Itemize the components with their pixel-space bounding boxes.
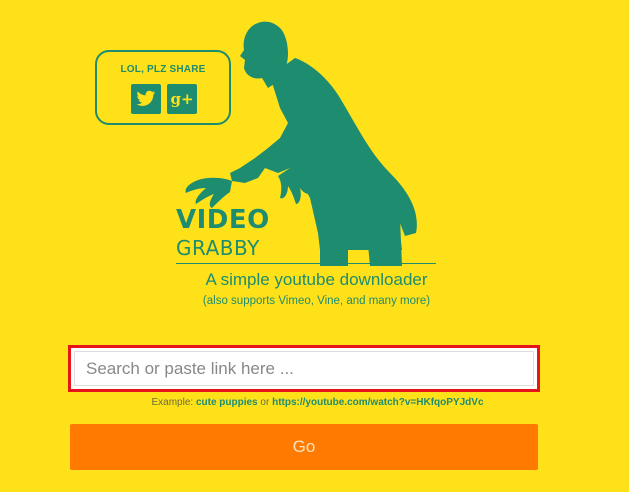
example-link-youtube-url[interactable]: https://youtube.com/watch?v=HKfqoPYJdVc (272, 397, 483, 408)
twitter-icon (136, 90, 156, 106)
example-link-cute-puppies[interactable]: cute puppies (196, 397, 258, 408)
logo-video-text: VIDEO (176, 205, 270, 235)
search-box (68, 345, 540, 392)
go-button[interactable]: Go (70, 424, 538, 470)
twitter-share-button[interactable] (131, 84, 161, 114)
example-text: Example: cute puppies or https://youtube… (0, 397, 629, 408)
search-input[interactable] (74, 351, 534, 386)
logo-grabby-text: GRABBY (176, 236, 260, 260)
logo-underline (176, 263, 436, 264)
page: LOL, PLZ SHARE g+ VIDEO GRABBY A simple … (0, 0, 629, 492)
example-prefix: Example: (151, 397, 194, 408)
tagline: A simple youtube downloader (205, 270, 428, 289)
example-or: or (260, 397, 270, 408)
subtagline: (also supports Vimeo, Vine, and many mor… (202, 295, 431, 307)
